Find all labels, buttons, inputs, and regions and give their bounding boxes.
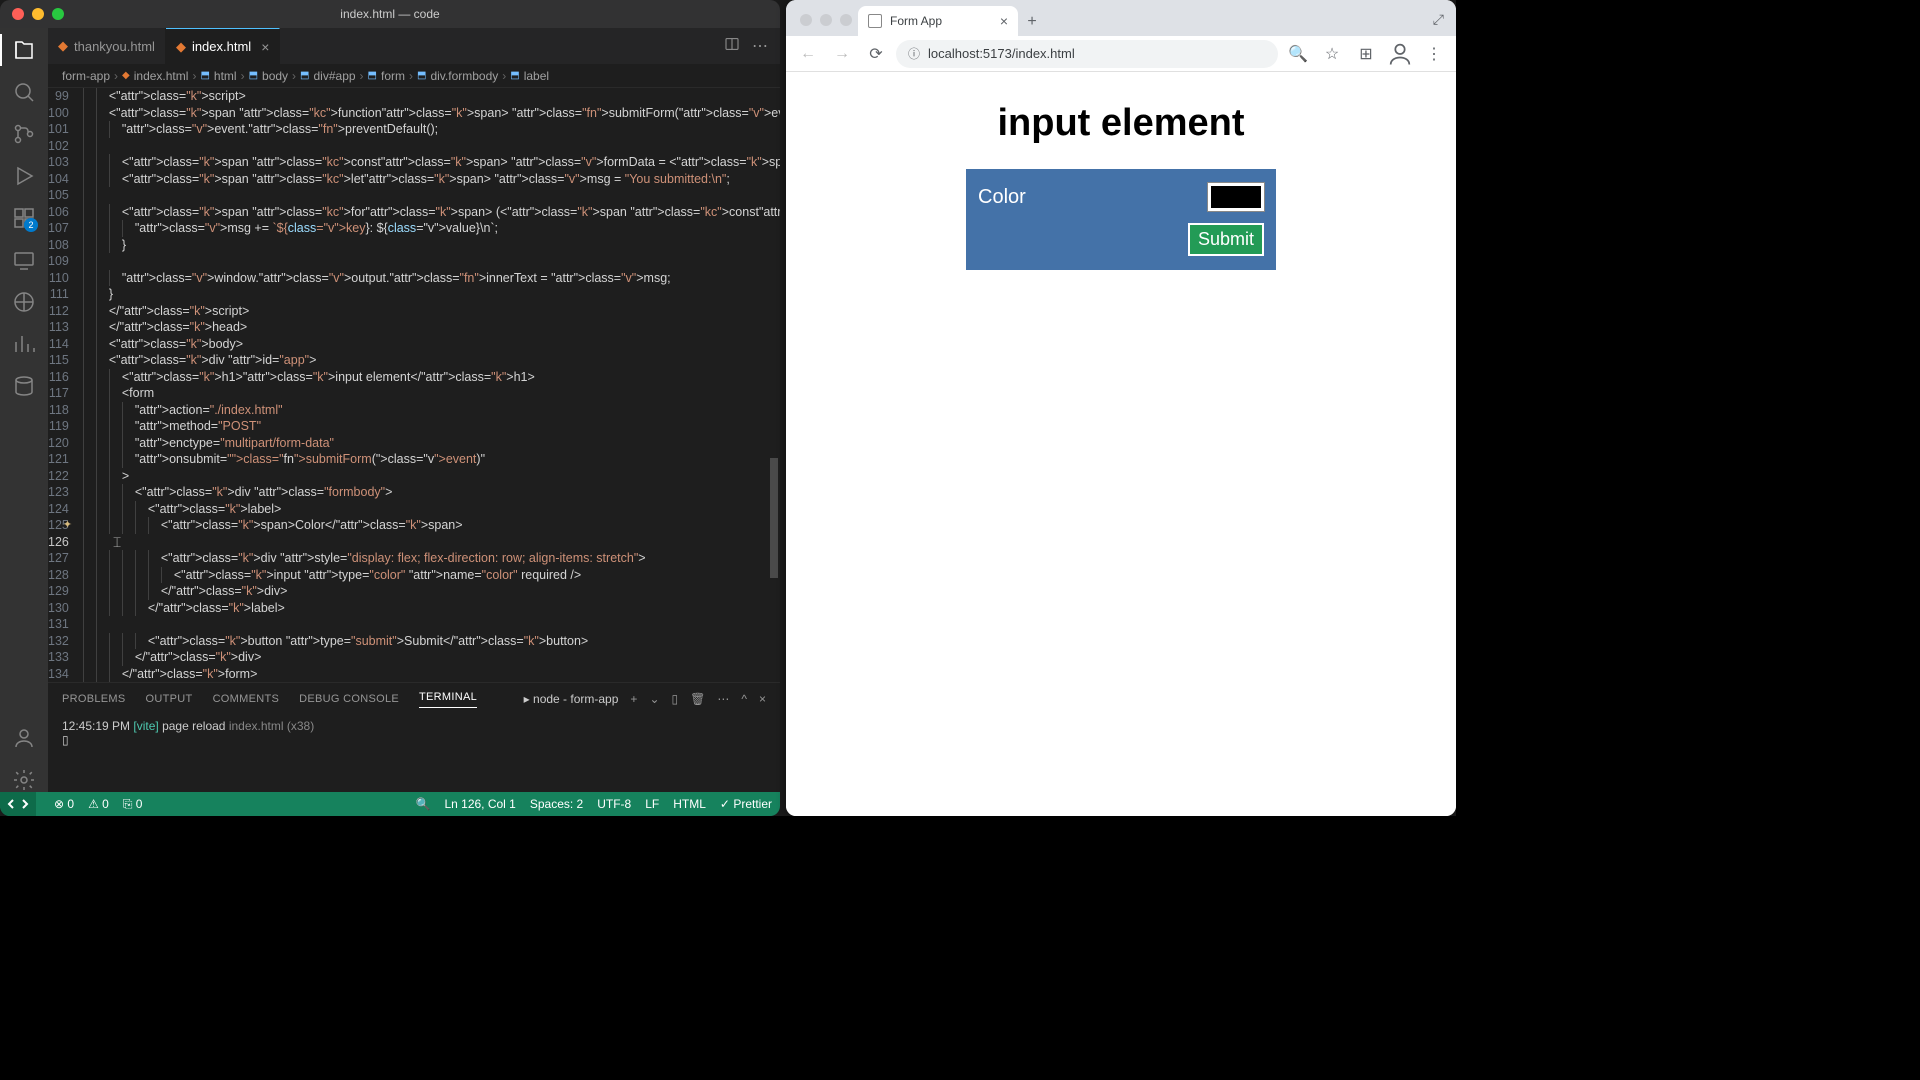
graph-icon[interactable] <box>12 332 36 356</box>
close-panel-icon[interactable]: × <box>759 692 766 706</box>
menu-icon[interactable]: ⋮ <box>1420 40 1448 68</box>
color-input[interactable] <box>1208 183 1264 211</box>
status-eol[interactable]: LF <box>645 797 659 811</box>
status-magnify[interactable]: 🔍 <box>416 797 431 811</box>
remote-icon[interactable] <box>12 248 36 272</box>
panel-tab-debug[interactable]: DEBUG CONSOLE <box>299 693 399 705</box>
tab-title: Form App <box>890 14 942 28</box>
page-heading: input element <box>806 102 1436 145</box>
breadcrumb-item[interactable]: form-app <box>62 69 110 83</box>
vscode-window: index.html — code 2 ◆thankyou.html <box>0 0 780 816</box>
browser-tabbar: Form App × + ⤢ <box>786 0 1456 36</box>
status-spaces[interactable]: Spaces: 2 <box>530 797 583 811</box>
address-bar[interactable]: ⓘ localhost:5173/index.html <box>896 40 1278 68</box>
status-ports[interactable]: ⎘ 0 <box>123 797 143 812</box>
expand-icon[interactable]: ⤢ <box>1433 11 1456 36</box>
panel-tab-terminal[interactable]: TERMINAL <box>419 691 477 708</box>
new-tab-button[interactable]: + <box>1018 8 1046 36</box>
window-title: index.html — code <box>340 7 439 21</box>
panel-tab-output[interactable]: OUTPUT <box>146 693 193 705</box>
traffic-close[interactable] <box>800 14 812 26</box>
account-icon[interactable] <box>12 726 36 750</box>
terminal-body[interactable]: 12:45:19 PM [vite] page reload index.htm… <box>48 715 780 792</box>
breadcrumbs[interactable]: form-app› ◆index.html› ⬒html› ⬒body› ⬒di… <box>48 64 780 88</box>
breadcrumb-item[interactable]: div.formbody <box>430 69 498 83</box>
extensions-icon[interactable]: 2 <box>12 206 36 230</box>
terminal-dropdown-icon[interactable]: ⌄ <box>649 692 659 706</box>
breadcrumb-item[interactable]: index.html <box>134 69 189 83</box>
editor-tabs: ◆thankyou.html ◆index.html× ⋯ <box>48 28 780 64</box>
back-button[interactable]: ← <box>794 40 822 68</box>
favicon-icon <box>868 14 882 28</box>
status-lang[interactable]: HTML <box>673 797 706 811</box>
new-terminal-icon[interactable]: + <box>630 692 637 706</box>
zoom-icon[interactable]: 🔍 <box>1284 40 1312 68</box>
testing-icon[interactable] <box>12 290 36 314</box>
terminal-selector[interactable]: ▸ node - form-app <box>524 692 619 706</box>
more-icon[interactable]: ⋯ <box>717 692 729 706</box>
traffic-minimize[interactable] <box>32 8 44 20</box>
breadcrumb-item[interactable]: html <box>214 69 237 83</box>
tab-thankyou[interactable]: ◆thankyou.html <box>48 28 166 64</box>
bottom-panel: PROBLEMS OUTPUT COMMENTS DEBUG CONSOLE T… <box>48 682 780 792</box>
extensions-badge: 2 <box>24 218 38 232</box>
browser-viewport: input element Color Submit <box>786 72 1456 816</box>
maximize-panel-icon[interactable]: ^ <box>741 692 747 706</box>
reload-button[interactable]: ⟳ <box>862 40 890 68</box>
status-errors[interactable]: ⊗ 0 <box>54 797 74 811</box>
color-label: Color <box>978 186 1026 209</box>
tab-label: thankyou.html <box>74 39 155 54</box>
panel-tab-problems[interactable]: PROBLEMS <box>62 693 126 705</box>
remote-indicator[interactable] <box>0 792 36 816</box>
database-icon[interactable] <box>12 374 36 398</box>
scrollbar-vertical[interactable] <box>768 88 780 682</box>
extensions-icon[interactable]: ⊞ <box>1352 40 1380 68</box>
form-container: Color Submit <box>966 169 1276 270</box>
status-encoding[interactable]: UTF-8 <box>597 797 631 811</box>
traffic-close[interactable] <box>12 8 24 20</box>
browser-tab[interactable]: Form App × <box>858 6 1018 36</box>
forward-button[interactable]: → <box>828 40 856 68</box>
status-formatter[interactable]: ✓ Prettier <box>720 797 772 811</box>
activity-bar: 2 <box>0 28 48 792</box>
tab-label: index.html <box>192 39 251 54</box>
traffic-zoom[interactable] <box>52 8 64 20</box>
code-editor[interactable]: 9910010110210310410510610710810911011111… <box>48 88 780 682</box>
url-text: localhost:5173/index.html <box>928 46 1075 61</box>
explorer-icon[interactable] <box>12 38 36 62</box>
status-bar: ⊗ 0 ⚠ 0 ⎘ 0 🔍 Ln 126, Col 1 Spaces: 2 UT… <box>0 792 780 816</box>
settings-icon[interactable] <box>12 768 36 792</box>
browser-toolbar: ← → ⟳ ⓘ localhost:5173/index.html 🔍 ☆ ⊞ … <box>786 36 1456 72</box>
status-warnings[interactable]: ⚠ 0 <box>88 797 109 811</box>
browser-window: Form App × + ⤢ ← → ⟳ ⓘ localhost:5173/in… <box>786 0 1456 816</box>
traffic-minimize[interactable] <box>820 14 832 26</box>
more-icon[interactable]: ⋯ <box>752 36 768 56</box>
run-debug-icon[interactable] <box>12 164 36 188</box>
site-info-icon[interactable]: ⓘ <box>908 45 920 62</box>
kill-terminal-icon[interactable]: 🗑 <box>690 692 705 706</box>
bookmark-icon[interactable]: ☆ <box>1318 40 1346 68</box>
source-control-icon[interactable] <box>12 122 36 146</box>
close-icon[interactable]: × <box>261 39 269 55</box>
search-icon[interactable] <box>12 80 36 104</box>
traffic-zoom[interactable] <box>840 14 852 26</box>
submit-button[interactable]: Submit <box>1188 223 1264 256</box>
breadcrumb-item[interactable]: body <box>262 69 288 83</box>
vscode-titlebar: index.html — code <box>0 0 780 28</box>
tab-index[interactable]: ◆index.html× <box>166 28 280 64</box>
panel-tab-comments[interactable]: COMMENTS <box>213 693 280 705</box>
close-tab-icon[interactable]: × <box>1000 13 1008 29</box>
terminal-cursor: ▯ <box>62 733 766 747</box>
profile-icon[interactable] <box>1386 40 1414 68</box>
status-cursor[interactable]: Ln 126, Col 1 <box>444 797 515 811</box>
breadcrumb-item[interactable]: div#app <box>314 69 356 83</box>
split-terminal-icon[interactable]: ▯ <box>672 692 679 706</box>
split-editor-icon[interactable] <box>724 36 740 57</box>
breadcrumb-item[interactable]: form <box>381 69 405 83</box>
breadcrumb-item[interactable]: label <box>524 69 549 83</box>
